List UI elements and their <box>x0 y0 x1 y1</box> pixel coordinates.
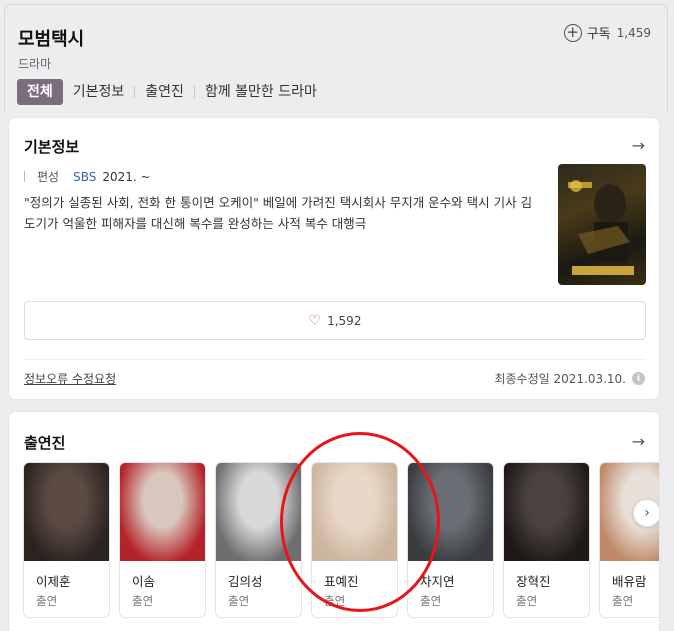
like-button[interactable]: ♡ 1,592 <box>24 301 646 340</box>
tab-all[interactable]: 전체 <box>17 79 63 105</box>
poster-image[interactable] <box>558 164 646 285</box>
cast-role: 출연 <box>420 594 442 608</box>
cast-photo[interactable] <box>216 463 301 561</box>
synopsis: "정의가 실종된 사회, 전화 한 통이면 오케이" 베일에 가려진 택시회사 … <box>24 195 533 231</box>
cast-name[interactable]: 차지연 <box>420 571 455 590</box>
chevron-right-icon[interactable]: › <box>633 499 659 527</box>
cast-role: 출연 <box>324 594 346 608</box>
subscribe-label: 구독 <box>586 27 611 42</box>
arrow-right-icon[interactable]: → <box>632 136 645 155</box>
cast-item[interactable]: 이솜출연 <box>119 462 206 618</box>
cast-role: 출연 <box>132 594 154 608</box>
cast-item[interactable]: 차지연출연 <box>407 462 494 618</box>
cast-name[interactable]: 이제훈 <box>36 571 71 590</box>
last-updated-text: 최종수정일 2021.03.10. <box>494 372 626 386</box>
cast-card: 출연진 → 이제훈 출연 이솜 출연 김의성 출연 표예진 출연 차지연 출연 장혁진 출연 배유람 출연… <box>8 411 660 631</box>
plus-icon: + <box>563 23 582 42</box>
arrow-right-icon[interactable]: → <box>632 432 645 451</box>
cast-item[interactable]: 장혁진출연 <box>503 462 590 618</box>
cast-name[interactable]: 김의성 <box>228 571 263 590</box>
cast-item[interactable]: 표예진출연 <box>311 462 398 618</box>
cast-role: 출연 <box>516 594 538 608</box>
like-count: 1,592 <box>327 313 362 328</box>
section-title[interactable]: 기본정보 <box>24 136 79 157</box>
cast-name[interactable]: 표예진 <box>324 571 359 590</box>
page-title: 모범택시 <box>18 29 85 50</box>
tab-basic-info[interactable]: 기본정보 <box>63 79 135 105</box>
tab-bar: 전체 기본정보 출연진 함께 볼만한 드라마 <box>17 79 327 105</box>
subscribe-count: 1,459 <box>616 25 651 40</box>
info-icon[interactable]: i <box>632 372 645 385</box>
cast-list: 이제훈 출연 이솜 출연 김의성 출연 표예진 출연 차지연 출연 장혁진 출연 배유람 출연 <box>23 462 659 618</box>
broadcast-meta: 편성 SBS 2021. ~ <box>24 168 151 185</box>
heart-icon: ♡ <box>308 312 322 329</box>
meta-label: 편성 <box>37 170 60 184</box>
tab-cast[interactable]: 출연진 <box>135 79 194 105</box>
cast-role: 출연 <box>612 594 634 608</box>
subscribe-button[interactable]: + 구독 1,459 <box>563 23 651 42</box>
section-title[interactable]: 출연진 <box>24 432 65 453</box>
cast-photo[interactable] <box>408 463 493 561</box>
basic-info-card: 기본정보 → 편성 SBS 2021. ~ "정의가 실종된 사회, 전화 한 … <box>8 117 660 400</box>
page-subtitle: 드라마 <box>18 57 52 71</box>
cast-photo[interactable] <box>312 463 397 561</box>
cast-item[interactable]: 배유람출연 <box>599 462 659 618</box>
channel-link[interactable]: SBS <box>73 170 96 184</box>
cast-photo[interactable] <box>504 463 589 561</box>
last-updated: 최종수정일 2021.03.10. i <box>494 370 645 387</box>
cast-name[interactable]: 배유람 <box>612 571 647 590</box>
cast-photo[interactable] <box>24 463 109 561</box>
tab-similar-dramas[interactable]: 함께 볼만한 드라마 <box>195 79 327 105</box>
report-error-link[interactable]: 정보오류 수정요청 <box>24 370 116 387</box>
divider <box>24 359 646 360</box>
cast-item[interactable]: 김의성출연 <box>215 462 302 618</box>
cast-name[interactable]: 장혁진 <box>516 571 551 590</box>
cast-photo[interactable] <box>120 463 205 561</box>
cast-role: 출연 <box>36 594 58 608</box>
air-date: 2021. ~ <box>102 169 151 184</box>
meta-bar <box>24 171 25 182</box>
cast-role: 출연 <box>228 594 250 608</box>
cast-name[interactable]: 이솜 <box>132 571 155 590</box>
cast-item[interactable]: 이제훈출연 <box>23 462 110 618</box>
program-header: 모범택시 드라마 + 구독 1,459 전체 기본정보 출연진 함께 볼만한 드… <box>4 4 668 112</box>
